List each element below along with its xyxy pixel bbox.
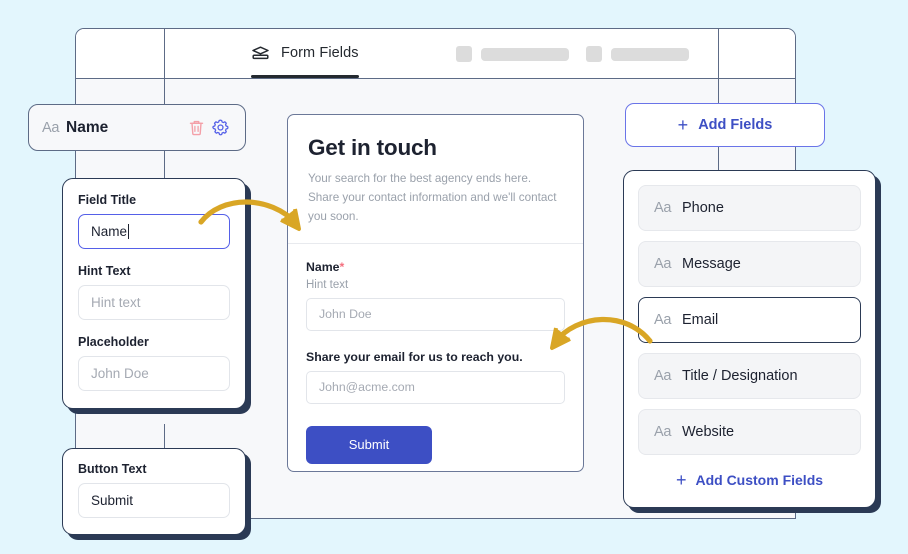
preview-field-name: Name* Hint text John Doe	[306, 260, 565, 331]
hint-text-placeholder: Hint text	[91, 295, 141, 310]
tab-form-fields[interactable]: Form Fields	[251, 29, 359, 79]
field-title-value: Name	[91, 224, 128, 239]
field-item-label: Phone	[682, 200, 724, 216]
preview-field-label: Name*	[306, 260, 565, 274]
connector-line-pill-top	[164, 28, 166, 106]
text-type-icon: Aa	[654, 312, 672, 328]
placeholder-tab-2[interactable]	[586, 46, 689, 62]
preview-email-placeholder: John@acme.com	[319, 380, 415, 395]
connector-line-pill-to-settings	[164, 150, 166, 180]
placeholder-label: Placeholder	[78, 335, 149, 349]
add-custom-fields-button[interactable]: + Add Custom Fields	[638, 465, 861, 495]
preview-title: Get in touch	[308, 135, 437, 160]
field-title-label: Field Title	[78, 193, 137, 207]
preview-name-input[interactable]: John Doe	[306, 297, 565, 331]
placeholder-square-icon	[456, 46, 472, 62]
preview-body: Name* Hint text John Doe Share your emai…	[288, 244, 583, 464]
field-item-label: Website	[682, 424, 735, 440]
plus-icon: +	[677, 115, 689, 135]
add-fields-label: Add Fields	[698, 117, 773, 133]
button-text-card: Button Text Submit	[62, 448, 246, 535]
preview-submit-button[interactable]: Submit	[306, 425, 432, 464]
text-type-icon: Aa	[654, 256, 672, 272]
text-type-icon: Aa	[654, 424, 672, 440]
preview-field-label-text: Name	[306, 259, 340, 274]
placeholder-tab-1[interactable]	[456, 46, 569, 62]
connector-line-settings-to-button	[164, 424, 166, 450]
preview-name-placeholder: John Doe	[319, 307, 372, 322]
field-item-email[interactable]: Aa Email	[638, 297, 861, 343]
field-item-phone[interactable]: Aa Phone	[638, 185, 861, 231]
field-pill-name[interactable]: Aa Name	[28, 104, 246, 151]
text-type-icon: Aa	[42, 119, 60, 136]
placeholder-bar	[611, 47, 689, 61]
field-title-input[interactable]: Name	[78, 214, 230, 249]
preview-email-label: Share your email for us to reach you.	[306, 349, 523, 364]
field-item-label: Title / Designation	[682, 368, 798, 384]
form-preview: Get in touch Your search for the best ag…	[287, 114, 584, 472]
required-marker: *	[339, 259, 345, 274]
add-fields-button[interactable]: + Add Fields	[625, 103, 825, 147]
text-type-icon: Aa	[654, 200, 672, 216]
button-text-input[interactable]: Submit	[78, 483, 230, 518]
screenshot-root: Form Fields Aa Name Field Title Name Hin…	[0, 0, 908, 554]
preview-field-email: Share your email for us to reach you. Jo…	[306, 350, 565, 404]
tab-bar: Form Fields	[76, 29, 795, 79]
field-item-label: Message	[682, 256, 741, 272]
tab-label: Form Fields	[281, 45, 359, 61]
placeholder-square-icon	[586, 46, 602, 62]
preview-email-input[interactable]: John@acme.com	[306, 370, 565, 404]
field-item-website[interactable]: Aa Website	[638, 409, 861, 455]
layers-icon	[251, 45, 270, 61]
button-text-label: Button Text	[78, 462, 147, 476]
trash-icon	[189, 120, 203, 135]
placeholder-placeholder: John Doe	[91, 366, 149, 381]
plus-icon: +	[675, 470, 687, 490]
placeholder-bar	[481, 47, 569, 61]
available-fields-card: Aa Phone Aa Message Aa Email Aa Title / …	[623, 170, 876, 508]
text-type-icon: Aa	[654, 368, 672, 384]
connector-line-addfields-top	[718, 28, 720, 104]
preview-field-hint: Hint text	[306, 278, 349, 291]
field-item-title-designation[interactable]: Aa Title / Designation	[638, 353, 861, 399]
field-item-message[interactable]: Aa Message	[638, 241, 861, 287]
delete-field-button[interactable]	[184, 116, 208, 140]
field-settings-button[interactable]	[208, 116, 232, 140]
preview-header: Get in touch Your search for the best ag…	[288, 115, 583, 244]
field-settings-card: Field Title Name Hint Text Hint text Pla…	[62, 178, 246, 409]
gear-icon	[211, 119, 229, 136]
placeholder-input[interactable]: John Doe	[78, 356, 230, 391]
connector-line-addfields-to-list	[718, 146, 720, 172]
field-item-label: Email	[682, 312, 719, 328]
button-text-value: Submit	[91, 493, 134, 508]
preview-subtitle: Your search for the best agency ends her…	[308, 172, 557, 223]
add-custom-fields-label: Add Custom Fields	[695, 472, 824, 488]
text-caret	[128, 224, 130, 239]
hint-text-label: Hint Text	[78, 264, 131, 278]
field-pill-label: Name	[66, 118, 109, 136]
hint-text-input[interactable]: Hint text	[78, 285, 230, 320]
